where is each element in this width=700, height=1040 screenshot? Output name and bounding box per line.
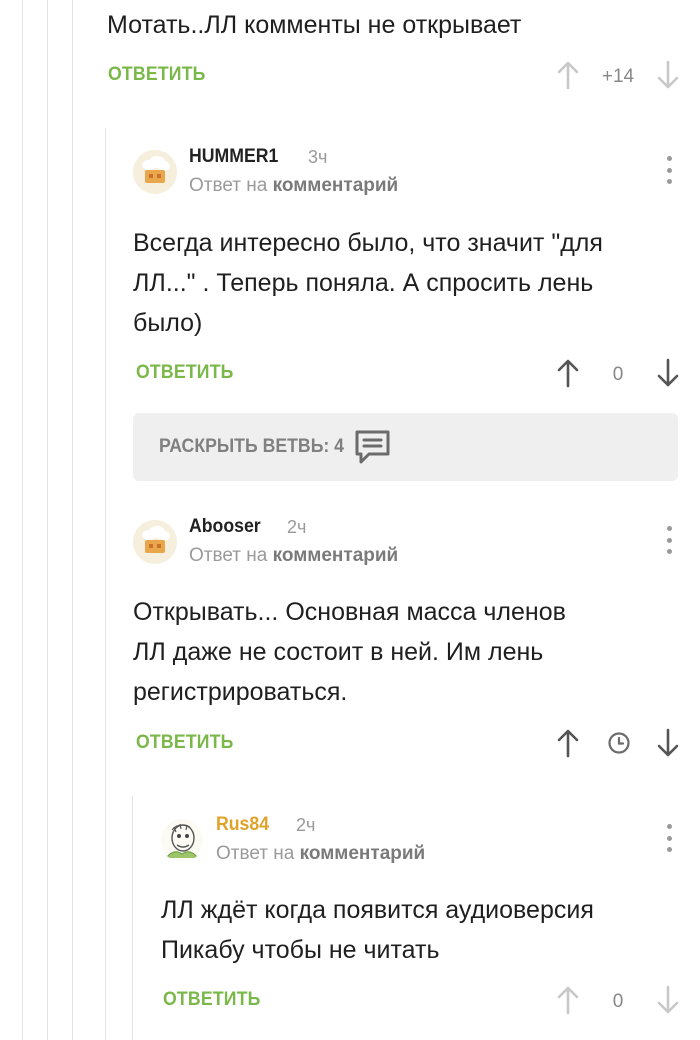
username[interactable]: Abooser <box>189 516 261 538</box>
avatar[interactable] <box>133 150 177 194</box>
comment-line: ЛЛ ждёт когда появится аудиоверсия <box>161 896 594 924</box>
arrow-up-icon[interactable] <box>556 985 580 1015</box>
avatar-sketch-face-icon <box>161 819 203 861</box>
comment-line: Всегда интересно было, что значит "для <box>133 229 603 257</box>
reply-to-prefix: Ответ на <box>189 175 268 196</box>
reply-to-label: Ответ на комментарий <box>216 843 425 865</box>
thread-line <box>72 0 73 1040</box>
reply-button[interactable]: ОТВЕТИТЬ <box>136 732 234 754</box>
avatar[interactable] <box>133 520 177 564</box>
comment-line: ЛЛ..." . Теперь поняла. А спросить лень <box>133 269 594 297</box>
comment-time: 2ч <box>296 815 316 835</box>
arrow-down-icon[interactable] <box>656 60 680 90</box>
comment-time: 3ч <box>308 147 328 167</box>
comment-text: Открывать... Основная масса членов ЛЛ да… <box>133 592 566 712</box>
comment-time: 2ч <box>287 517 307 537</box>
reply-button[interactable]: ОТВЕТИТЬ <box>163 989 261 1011</box>
avatar-default-icon <box>133 150 177 194</box>
comment-line: ЛЛ даже не состоит в ней. Им лень <box>133 638 544 666</box>
reply-to-prefix: Ответ на <box>216 843 295 864</box>
username[interactable]: Rus84 <box>216 814 269 836</box>
avatar-default-icon <box>133 520 177 564</box>
comment-line: Пикабу чтобы не читать <box>161 936 440 964</box>
rating-value: +14 <box>601 66 635 87</box>
more-menu-icon[interactable] <box>662 823 676 853</box>
reply-button[interactable]: ОТВЕТИТЬ <box>136 362 234 384</box>
comment-text: Мотать..ЛЛ комменты не открывает <box>107 11 522 39</box>
thread-line <box>47 0 48 1040</box>
more-menu-icon[interactable] <box>662 525 676 555</box>
rating-value: 0 <box>612 364 624 385</box>
comment-line: регистрироваться. <box>133 678 348 706</box>
avatar[interactable] <box>160 818 204 862</box>
username[interactable]: HUMMER1 <box>189 146 278 168</box>
comment-line: Открывать... Основная масса членов <box>133 598 566 626</box>
rating-value: 0 <box>612 991 624 1012</box>
arrow-up-icon[interactable] <box>556 60 580 90</box>
clock-icon <box>608 732 630 754</box>
thread-line <box>105 128 106 1040</box>
reply-to-link[interactable]: комментарий <box>273 545 399 566</box>
arrow-down-icon[interactable] <box>656 358 680 388</box>
comment-text: ЛЛ ждёт когда появится аудиоверсия Пикаб… <box>161 890 594 970</box>
thread-line <box>132 796 133 1040</box>
reply-to-prefix: Ответ на <box>189 545 268 566</box>
arrow-up-icon[interactable] <box>556 728 580 758</box>
reply-to-link[interactable]: комментарий <box>300 843 426 864</box>
arrow-up-icon[interactable] <box>556 358 580 388</box>
thread-line <box>22 0 23 1040</box>
comments-icon <box>355 430 390 464</box>
expand-branch-label: РАСКРЫТЬ ВЕТВЬ: 4 <box>159 436 345 457</box>
comment-line: было) <box>133 309 203 337</box>
reply-to-label: Ответ на комментарий <box>189 545 398 567</box>
arrow-down-icon[interactable] <box>656 985 680 1015</box>
reply-to-label: Ответ на комментарий <box>189 175 398 197</box>
reply-button[interactable]: ОТВЕТИТЬ <box>108 64 206 86</box>
reply-to-link[interactable]: комментарий <box>273 175 399 196</box>
more-menu-icon[interactable] <box>662 155 676 185</box>
comment-text: Всегда интересно было, что значит "для Л… <box>133 223 603 343</box>
arrow-down-icon[interactable] <box>656 728 680 758</box>
expand-branch-button[interactable]: РАСКРЫТЬ ВЕТВЬ: 4 <box>133 413 678 481</box>
